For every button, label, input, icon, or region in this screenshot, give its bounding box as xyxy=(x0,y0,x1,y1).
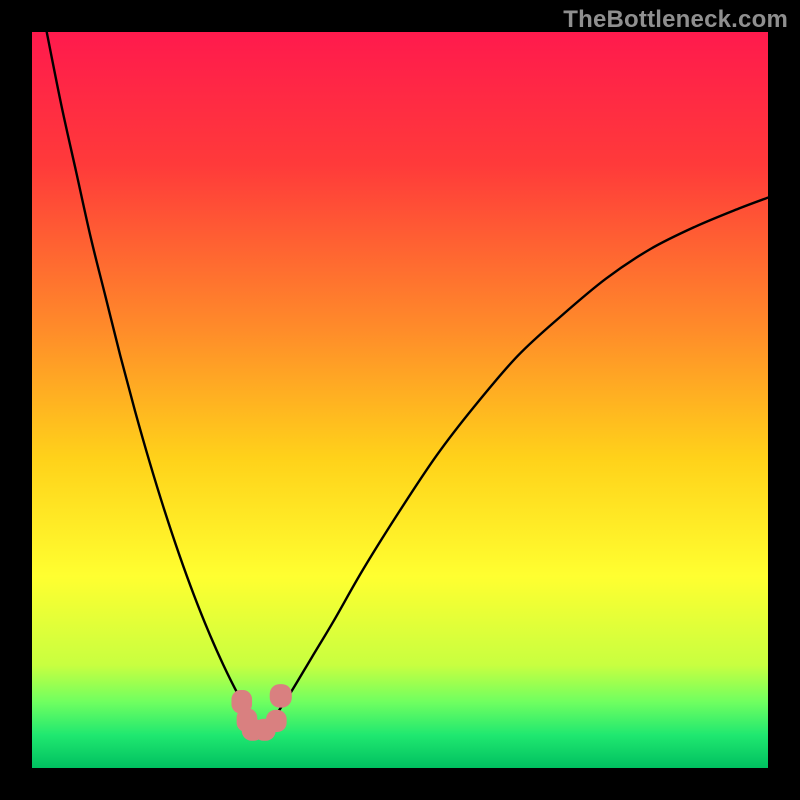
chart-frame: TheBottleneck.com xyxy=(0,0,800,800)
watermark-text: TheBottleneck.com xyxy=(563,6,788,34)
valley-marker-4 xyxy=(266,710,287,732)
valley-marker-5 xyxy=(270,684,292,708)
chart-plot-area xyxy=(32,32,768,768)
chart-svg xyxy=(32,32,768,768)
gradient-background xyxy=(32,32,768,768)
